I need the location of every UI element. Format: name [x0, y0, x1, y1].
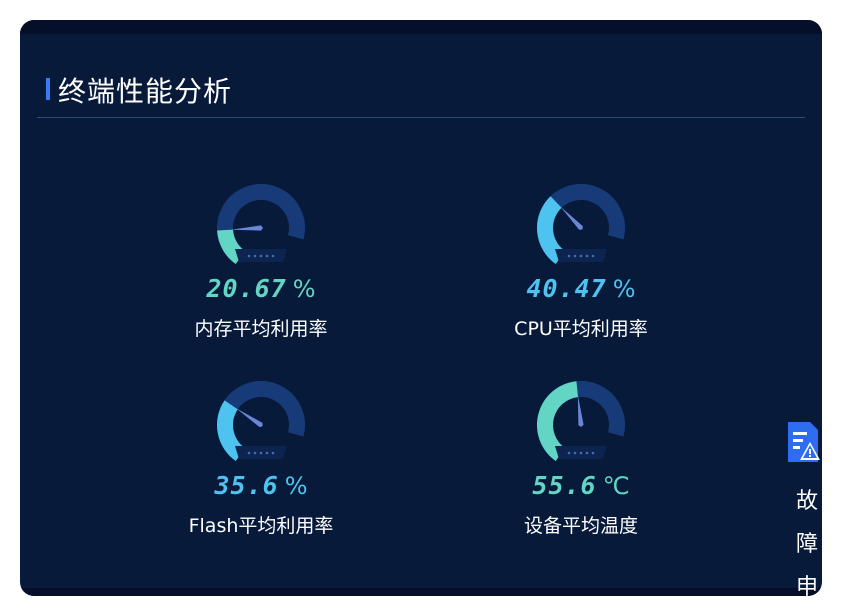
- gauge-base-dot: [259, 254, 263, 258]
- gauge-unit: %: [284, 472, 308, 500]
- gauge-unit: %: [612, 275, 636, 303]
- terminal-performance-panel: 终端性能分析 20.67% 内存平均利用率 40.47% CPU平均利用率 35…: [20, 20, 822, 596]
- gauge-base-dot: [271, 254, 275, 258]
- gauge-base-dot: [579, 254, 583, 258]
- gauge-base-dot: [591, 254, 595, 258]
- gauge-needle: [236, 408, 263, 428]
- gauge-label: CPU平均利用率: [514, 318, 648, 340]
- panel-bottom-strip: [20, 588, 822, 596]
- gauge-base-dot: [585, 254, 589, 258]
- gauge-progress: [537, 381, 579, 462]
- gauge-base-dot: [265, 451, 269, 455]
- gauge-base-dot: [247, 451, 251, 455]
- gauge-value: 35.6: [214, 471, 279, 500]
- gauge-dial-icon: [537, 381, 625, 462]
- gauge-base-dot: [573, 254, 577, 258]
- gauge-base-dot: [573, 451, 577, 455]
- gauge-label: 设备平均温度: [523, 515, 638, 537]
- gauge-value-row: 40.47%: [481, 274, 681, 303]
- gauge-base-dot: [253, 254, 257, 258]
- title-divider: [37, 117, 805, 118]
- gauge-base-dot: [579, 451, 583, 455]
- gauge-temperature: 55.6 ℃ 设备平均温度: [481, 373, 681, 543]
- gauge-value: 20.67: [206, 274, 287, 303]
- gauge-flash: 35.6% Flash平均利用率: [161, 373, 361, 543]
- gauge-dial-icon: [217, 381, 305, 462]
- panel-title: 终端性能分析: [58, 75, 233, 108]
- gauge-value-row: 20.67%: [161, 274, 361, 303]
- gauge-unit: %: [292, 275, 316, 303]
- gauge-needle: [560, 206, 583, 230]
- gauge-base-dot: [247, 254, 251, 258]
- gauge-value: 55.6: [532, 471, 597, 500]
- gauge-base-dot: [271, 451, 275, 455]
- gauge-memory: 20.67% 内存平均利用率: [161, 176, 361, 346]
- gauge-base-dot: [253, 451, 257, 455]
- gauge-base-dot: [591, 451, 595, 455]
- fault-report-icon: [788, 422, 820, 462]
- gauge-cpu: 40.47% CPU平均利用率: [481, 176, 681, 346]
- gauge-base-dot: [585, 451, 589, 455]
- gauge-base-dot: [265, 254, 269, 258]
- gauge-unit: ℃: [602, 472, 630, 500]
- gauge-needle: [577, 395, 584, 427]
- gauge-base-dot: [567, 254, 571, 258]
- gauge-base-dot: [259, 451, 263, 455]
- fault-report-label: 故障申: [796, 489, 819, 600]
- gauge-value-row: 55.6 ℃: [481, 471, 681, 500]
- fault-report-button[interactable]: 故障申: [768, 420, 822, 616]
- title-accent-bar: [46, 78, 50, 100]
- panel-top-strip: [20, 20, 822, 34]
- gauge-value: 40.47: [526, 274, 607, 303]
- gauge-dial-icon: [537, 184, 625, 265]
- gauge-base-dot: [567, 451, 571, 455]
- gauge-value-row: 35.6%: [161, 471, 361, 500]
- gauge-label: 内存平均利用率: [194, 318, 328, 340]
- gauge-label: Flash平均利用率: [188, 515, 334, 537]
- gauge-dial-icon: [217, 184, 305, 265]
- gauge-needle: [231, 225, 263, 231]
